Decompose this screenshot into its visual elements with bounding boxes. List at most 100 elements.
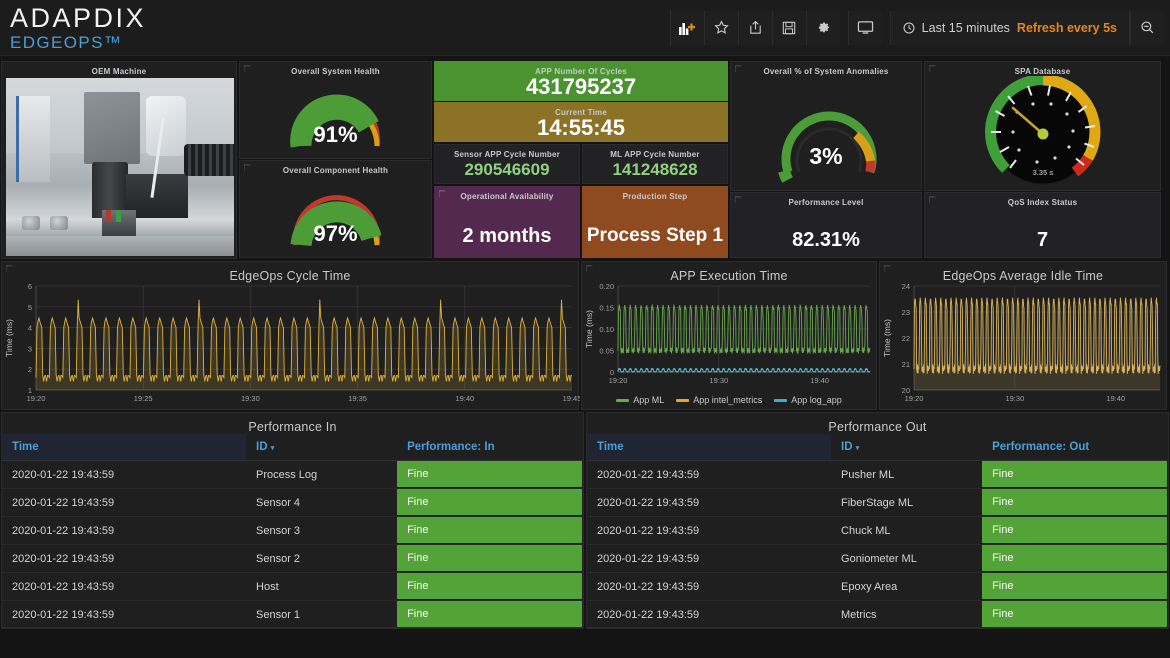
svg-text:Time (ms): Time (ms) (4, 319, 14, 357)
legend-label: App log_app (791, 395, 842, 405)
panel-performance-out[interactable]: Performance Out Time ID ▾ Performance: O… (586, 412, 1169, 629)
panel-title: Performance In (248, 420, 337, 434)
column-header-id[interactable]: ID ▾ (831, 434, 983, 461)
panel-corner-icon (586, 265, 593, 273)
database-column: SPA Database 3.35 s QoS Index Status 7 (923, 60, 1162, 260)
cell-time: 2020-01-22 19:43:59 (2, 600, 247, 629)
status-badge: Fine (397, 461, 582, 487)
cell-status: Fine (397, 516, 583, 545)
panel-system-health[interactable]: Overall System Health 91% (239, 61, 432, 159)
star-button[interactable] (703, 10, 738, 45)
panel-edgeops-average-idle-time[interactable]: EdgeOps Average Idle Time 20 21 22 23 24 19:2… (879, 261, 1167, 410)
table-row[interactable]: 2020-01-22 19:43:59 Metrics Fine (587, 600, 1168, 629)
svg-text:19:45: 19:45 (563, 394, 580, 403)
svg-text:Time (ms): Time (ms) (584, 310, 594, 348)
svg-text:19:30: 19:30 (1005, 394, 1024, 403)
svg-text:19:35: 19:35 (348, 394, 367, 403)
legend-item-app-intel-metrics[interactable]: App intel_metrics (676, 395, 762, 405)
cycle-time-chart: 12345619:20 19:25 19:30 19:35 19:40 19:45Time… (4, 282, 580, 403)
cell-status: Fine (982, 460, 1168, 489)
svg-text:19:25: 19:25 (134, 394, 153, 403)
table-row[interactable]: 2020-01-22 19:43:59 Sensor 4 Fine (2, 488, 583, 517)
table-row[interactable]: 2020-01-22 19:43:59 Sensor 2 Fine (2, 544, 583, 573)
settings-gear-button[interactable] (805, 10, 840, 45)
table-row[interactable]: 2020-01-22 19:43:59 Chuck ML Fine (587, 516, 1168, 545)
add-panel-button[interactable] (669, 10, 704, 45)
legend-swatch (676, 398, 690, 402)
panel-title: Sensor APP Cycle Number (454, 150, 560, 159)
panel-component-health[interactable]: Overall Component Health 97% (239, 160, 432, 258)
column-header-performance[interactable]: Performance: Out (982, 434, 1168, 461)
column-header-time[interactable]: Time (2, 434, 247, 461)
panel-title: Overall Component Health (282, 166, 389, 175)
status-badge: Fine (397, 545, 582, 571)
svg-text:0.20: 0.20 (599, 282, 614, 291)
panel-performance-in[interactable]: Performance In Time ID ▾ Performance: In… (1, 412, 584, 629)
cell-id: Sensor 4 (246, 488, 398, 517)
column-header-id[interactable]: ID ▾ (246, 434, 398, 461)
speedometer-gauge: 3.35 s (925, 76, 1160, 188)
tv-mode-button[interactable] (847, 10, 882, 45)
time-range-picker[interactable]: Last 15 minutes Refresh every 5s (889, 10, 1130, 45)
panel-app-cycles[interactable]: APP Number Of Cycles 431795237 (434, 61, 728, 101)
dashboard-row-top: OEM Machine Overall System Health 91% Ov… (0, 60, 1170, 260)
cell-status: Fine (982, 488, 1168, 517)
table-row[interactable]: 2020-01-22 19:43:59 Goniometer ML Fine (587, 544, 1168, 573)
panel-ml-app-cycle[interactable]: ML APP Cycle Number 141248628 (582, 144, 728, 184)
column-header-performance[interactable]: Performance: In (397, 434, 583, 461)
table-row[interactable]: 2020-01-22 19:43:59 Pusher ML Fine (587, 460, 1168, 489)
legend-item-app-ml[interactable]: App ML (616, 395, 664, 405)
cell-time: 2020-01-22 19:43:59 (2, 488, 247, 517)
panel-performance-level[interactable]: Performance Level 82.31% (730, 192, 922, 258)
status-badge: Fine (397, 573, 582, 599)
table-row[interactable]: 2020-01-22 19:43:59 FiberStage ML Fine (587, 488, 1168, 517)
zoom-out-button[interactable] (1130, 10, 1164, 45)
panel-operational-availability[interactable]: Operational Availability 2 months (434, 186, 580, 258)
brand-logo[interactable]: ADAPDIX EDGEOPS™ (0, 4, 146, 51)
status-badge: Fine (397, 489, 582, 515)
cell-time: 2020-01-22 19:43:59 (2, 460, 247, 489)
table-row[interactable]: 2020-01-22 19:43:59 Host Fine (2, 572, 583, 601)
cell-time: 2020-01-22 19:43:59 (2, 544, 247, 573)
table-row[interactable]: 2020-01-22 19:43:59 Process Log Fine (2, 460, 583, 489)
legend-label: App intel_metrics (693, 395, 763, 405)
cell-id: Metrics (831, 600, 983, 629)
panel-title: QoS Index Status (1007, 198, 1078, 207)
save-button[interactable] (771, 10, 806, 45)
navbar-actions: Last 15 minutes Refresh every 5s (669, 10, 1170, 45)
panel-app-execution-time[interactable]: APP Execution Time 0 0.05 0.10 0.15 0.20 19:2… (581, 261, 877, 410)
svg-text:3: 3 (28, 344, 32, 353)
table-body: 2020-01-22 19:43:59 Process Log Fine 2020-0… (2, 460, 583, 629)
panel-system-anomalies[interactable]: Overall % of System Anomalies 3% (730, 61, 922, 191)
stat-value: 431795237 (525, 74, 637, 99)
stat-value: 141248628 (612, 160, 698, 179)
svg-text:19:20: 19:20 (27, 394, 46, 403)
panel-current-time[interactable]: Current Time 14:55:45 (434, 102, 728, 142)
cell-id: Pusher ML (831, 460, 983, 489)
table-row[interactable]: 2020-01-22 19:43:59 Sensor 1 Fine (2, 600, 583, 629)
share-button[interactable] (737, 10, 772, 45)
table-row[interactable]: 2020-01-22 19:43:59 Sensor 3 Fine (2, 516, 583, 545)
table-row[interactable]: 2020-01-22 19:43:59 Epoxy Area Fine (587, 572, 1168, 601)
cell-time: 2020-01-22 19:43:59 (2, 572, 247, 601)
stat-value: 290546609 (464, 160, 550, 179)
panel-edgeops-cycle-time[interactable]: EdgeOps Cycle Time 1 2 3 4 5 6 19:20 19:25 19:30… (1, 261, 580, 410)
svg-text:19:20: 19:20 (905, 394, 924, 403)
status-badge: Fine (982, 461, 1167, 487)
panel-oem-machine[interactable]: OEM Machine (1, 61, 237, 259)
panel-production-step[interactable]: Production Step Process Step 1 (582, 186, 728, 258)
dashboard-grid: OEM Machine Overall System Health 91% Ov… (0, 56, 1170, 629)
panel-qos-index[interactable]: QoS Index Status 7 (924, 192, 1161, 258)
column-header-time[interactable]: Time (587, 434, 832, 461)
cell-time: 2020-01-22 19:43:59 (587, 600, 832, 629)
panel-corner-icon (929, 65, 936, 73)
cell-status: Fine (397, 488, 583, 517)
speedometer-value: 3.35 s (1033, 168, 1054, 177)
panel-title: ML APP Cycle Number (610, 150, 700, 159)
legend-item-app-log-app[interactable]: App log_app (774, 395, 842, 405)
panel-title: SPA Database (1014, 67, 1071, 76)
panel-sensor-app-cycle[interactable]: Sensor APP Cycle Number 290546609 (434, 144, 580, 184)
time-range-label: Last 15 minutes (921, 20, 1010, 35)
panel-spa-database[interactable]: SPA Database 3.35 s (924, 61, 1161, 191)
sort-caret-icon: ▾ (855, 445, 860, 452)
